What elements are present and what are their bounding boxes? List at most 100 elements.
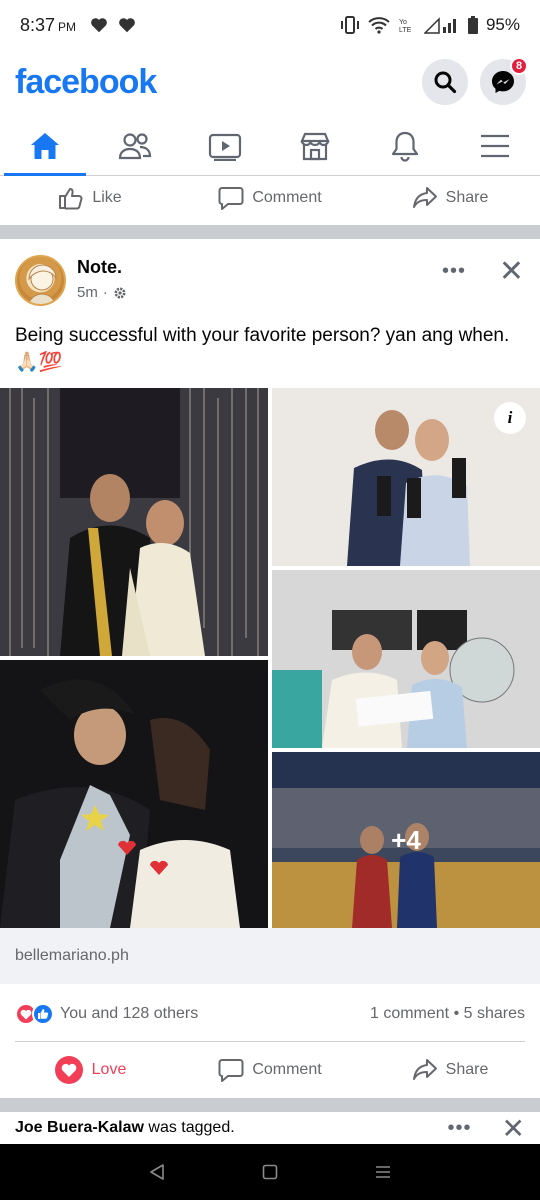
reaction-icons[interactable] <box>15 1003 54 1025</box>
svg-text:Yo: Yo <box>399 19 407 26</box>
share-icon <box>412 187 437 208</box>
bell-icon <box>391 131 419 162</box>
feed-separator <box>0 225 540 239</box>
gear-icon <box>114 287 126 298</box>
next-post-title: Joe Buera-Kalaw was tagged. <box>15 1119 235 1137</box>
like-reaction-icon <box>32 1003 54 1025</box>
engagement-dot: • <box>453 1005 464 1022</box>
photo-grid: i +4 <box>0 388 540 928</box>
photo-4[interactable] <box>0 660 268 928</box>
heart-icon <box>91 18 107 33</box>
post-time[interactable]: 5m <box>77 284 98 301</box>
reactions-summary: You and 128 others 1 comment • 5 shares <box>0 992 540 1036</box>
comment-label: Comment <box>252 189 322 206</box>
comment-icon <box>218 187 244 210</box>
like-button[interactable]: Like <box>0 186 180 210</box>
reactions-text[interactable]: You and 128 others <box>60 1005 198 1023</box>
home-icon <box>31 132 59 159</box>
post-hide-close-icon[interactable]: ✕ <box>499 254 524 289</box>
heart-icon <box>119 18 135 33</box>
messenger-button[interactable]: 8 <box>480 57 528 105</box>
love-label: Love <box>91 1061 127 1078</box>
post-header: Note. 5m · ••• ✕ <box>0 240 540 310</box>
engagement-counts: 1 comment • 5 shares <box>370 1005 525 1023</box>
photo-red-carpet-image <box>0 660 268 928</box>
next-post-more-options-icon[interactable]: ••• <box>448 1117 472 1140</box>
header-actions: 8 <box>422 57 528 105</box>
friends-icon <box>118 132 152 159</box>
tab-friends[interactable] <box>90 116 180 175</box>
messenger-icon <box>492 71 514 93</box>
post-meta: 5m · <box>77 284 127 301</box>
marketplace-icon <box>300 132 330 160</box>
next-post-action-text: was tagged. <box>143 1119 235 1136</box>
next-post-header: Joe Buera-Kalaw was tagged. ••• ✕ <box>0 1112 540 1144</box>
share-button[interactable]: Share <box>360 1058 540 1082</box>
reactions-divider <box>15 1041 525 1042</box>
share-icon <box>412 1059 437 1080</box>
search-button[interactable] <box>422 59 468 105</box>
love-button[interactable]: Love <box>0 1055 180 1085</box>
photo-gala-image <box>0 388 268 656</box>
next-post-author[interactable]: Joe Buera-Kalaw <box>15 1119 144 1136</box>
like-label: Like <box>92 189 122 206</box>
watch-icon <box>208 133 242 161</box>
messenger-badge: 8 <box>510 57 528 75</box>
photo-3[interactable] <box>272 570 540 748</box>
love-reaction-button-icon <box>54 1056 83 1084</box>
wifi-icon <box>368 17 390 34</box>
photo-1[interactable] <box>0 388 268 656</box>
feed-separator <box>0 1098 540 1112</box>
status-bar: 8:37 PM Yo LTE 95% <box>0 0 540 50</box>
status-time-ampm: PM <box>58 19 77 34</box>
share-label: Share <box>445 1061 489 1078</box>
next-post-close-icon[interactable]: ✕ <box>502 1112 525 1145</box>
meta-dot: · <box>102 284 108 301</box>
photo-2[interactable]: i <box>272 388 540 566</box>
post-caption: Being successful with your favorite pers… <box>15 325 510 373</box>
notification-icons <box>90 17 136 33</box>
vibrate-icon <box>340 16 359 34</box>
comment-label: Comment <box>252 1061 322 1078</box>
tab-watch[interactable] <box>180 116 270 175</box>
tab-menu[interactable] <box>450 116 540 175</box>
share-button[interactable]: Share <box>360 186 540 210</box>
photo-5[interactable]: +4 <box>272 752 540 928</box>
status-time-value: 8:37 <box>20 14 56 35</box>
author-avatar[interactable] <box>15 255 66 306</box>
post-more-options-icon[interactable]: ••• <box>442 260 466 283</box>
search-icon <box>434 71 457 94</box>
avatar-illustration-icon <box>27 264 57 304</box>
status-time: 8:37 PM <box>20 15 76 36</box>
recents-icon[interactable] <box>374 1164 392 1180</box>
comment-button[interactable]: Comment <box>180 186 360 210</box>
comments-count[interactable]: 1 comment <box>370 1005 449 1022</box>
status-right: Yo LTE 95% <box>340 15 520 35</box>
menu-icon <box>481 134 509 157</box>
tab-marketplace[interactable] <box>270 116 360 175</box>
ad-info-icon[interactable]: i <box>494 402 526 434</box>
svg-text:LTE: LTE <box>399 27 412 34</box>
tab-notifications[interactable] <box>360 116 450 175</box>
like-icon <box>59 188 83 210</box>
signal-icon <box>423 17 456 34</box>
tab-home[interactable] <box>0 116 90 176</box>
back-icon[interactable] <box>148 1163 166 1181</box>
battery-percent: 95% <box>485 15 520 34</box>
link-preview-bar[interactable]: bellemariano.ph <box>0 928 540 984</box>
more-photos-count[interactable]: +4 <box>272 752 540 928</box>
previous-post-actions: Like Comment Share <box>0 176 540 220</box>
comment-button[interactable]: Comment <box>180 1058 360 1082</box>
system-navigation-bar <box>0 1144 540 1200</box>
battery-icon <box>467 16 478 34</box>
post-author[interactable]: Note. <box>77 257 122 278</box>
main-tabs <box>0 116 540 176</box>
photo-script-reading-image <box>272 570 540 748</box>
post-actions: Love Comment Share <box>0 1048 540 1092</box>
volte-icon: YoLTE <box>399 19 412 34</box>
share-label: Share <box>445 189 489 206</box>
facebook-logo[interactable]: facebook <box>15 63 157 102</box>
app-header: facebook 8 <box>0 52 540 112</box>
home-button-icon[interactable] <box>262 1164 278 1180</box>
shares-count[interactable]: 5 shares <box>464 1005 525 1022</box>
